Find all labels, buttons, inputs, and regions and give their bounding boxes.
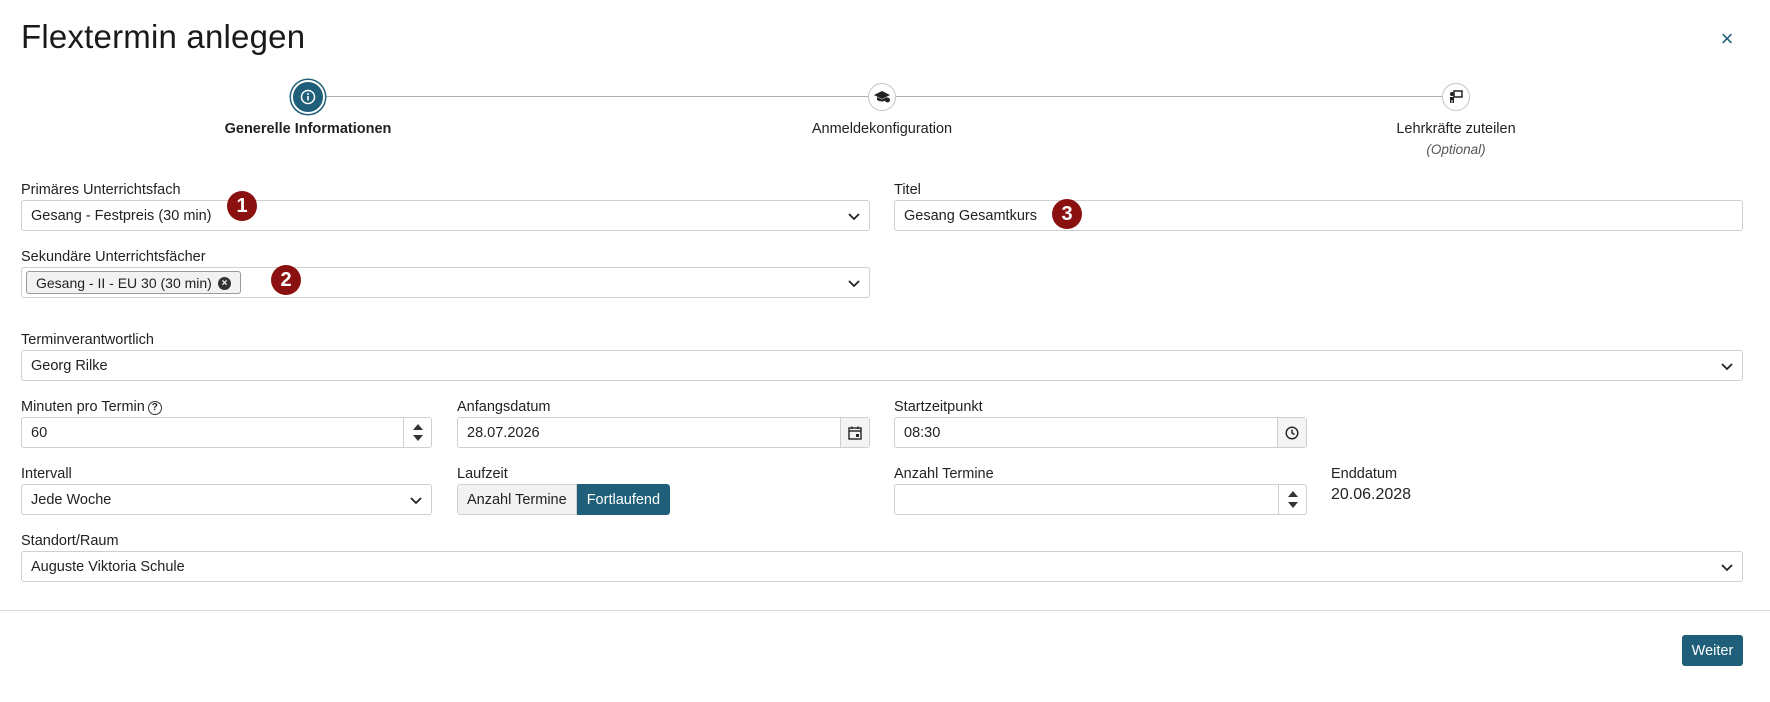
start-time-input[interactable]: 08:30 [894,417,1307,448]
secondary-subject-chip: Gesang - II - EU 30 (30 min) × [26,271,241,294]
calendar-icon [848,426,862,440]
chevron-down-icon [1721,564,1733,572]
start-time-label: Startzeitpunkt [894,399,983,415]
start-time-value: 08:30 [904,425,941,441]
teacher-board-icon [1450,90,1463,103]
annotation-marker-3: 3 [1052,199,1082,229]
help-icon[interactable]: ? [147,401,162,415]
minutes-input[interactable]: 60 [21,417,432,448]
minutes-label: Minuten pro Termin? [21,399,162,415]
location-select[interactable]: Auguste Viktoria Schule [21,551,1743,582]
arrow-down-icon[interactable] [413,435,423,441]
arrow-up-icon[interactable] [413,424,423,430]
location-label: Standort/Raum [21,533,119,549]
duration-label: Laufzeit [457,466,508,482]
interval-select[interactable]: Jede Woche [21,484,432,515]
calendar-button[interactable] [840,418,869,447]
step-3-sublabel: (Optional) [1426,142,1486,157]
step-1-circle[interactable] [291,80,325,114]
chevron-down-icon [848,280,860,288]
next-button[interactable]: Weiter [1682,635,1743,666]
minutes-label-text: Minuten pro Termin [21,399,145,415]
remove-chip-icon[interactable]: × [218,277,231,290]
duration-option-continuous[interactable]: Fortlaufend [576,484,671,515]
annotation-marker-2: 2 [271,265,301,295]
end-date-value: 20.06.2028 [1331,486,1412,503]
responsible-select[interactable]: Georg Rilke [21,350,1743,381]
arrow-down-icon[interactable] [1288,502,1298,508]
step-1-label: Generelle Informationen [224,121,392,137]
responsible-value: Georg Rilke [31,358,108,374]
minutes-value: 60 [31,425,48,441]
chip-label: Gesang - II - EU 30 (30 min) [36,275,212,291]
end-date-label: Enddatum [1331,466,1398,482]
duration-toggle: Anzahl Termine Fortlaufend [457,484,671,515]
location-value: Auguste Viktoria Schule [31,559,185,575]
clock-icon [1285,425,1299,440]
footer-divider [0,610,1770,611]
interval-value: Jede Woche [31,492,112,508]
minutes-stepper[interactable] [403,418,431,447]
chevron-down-icon [410,497,422,505]
interval-label: Intervall [21,466,72,482]
title-label: Titel [894,182,921,198]
start-date-value: 28.07.2026 [467,425,540,441]
title-input[interactable]: Gesang Gesamtkurs [894,200,1743,231]
start-date-label: Anfangsdatum [457,399,551,415]
secondary-subjects-select[interactable]: Gesang - II - EU 30 (30 min) × [21,267,870,298]
step-connector [324,96,880,97]
count-input[interactable] [894,484,1307,515]
time-picker-button[interactable] [1277,418,1306,447]
primary-subject-value: Gesang - Festpreis (30 min) [31,208,212,224]
step-2-circle[interactable] [868,83,896,111]
info-icon [300,89,316,105]
step-2-label: Anmeldekonfiguration [811,121,953,137]
primary-subject-select[interactable]: Gesang - Festpreis (30 min) [21,200,870,231]
arrow-up-icon[interactable] [1288,491,1298,497]
graduation-cap-icon [874,91,890,103]
chevron-down-icon [1721,363,1733,371]
secondary-subjects-label: Sekundäre Unterrichtsfächer [21,249,206,265]
count-stepper[interactable] [1278,485,1306,514]
close-icon[interactable]: × [1716,28,1738,50]
count-label: Anzahl Termine [894,466,994,482]
duration-option-count[interactable]: Anzahl Termine [457,484,577,515]
responsible-label: Terminverantwortlich [21,332,154,348]
primary-subject-label: Primäres Unterrichtsfach [21,182,181,198]
chevron-down-icon [848,213,860,221]
step-connector [896,96,1442,97]
step-3-label: Lehrkräfte zuteilen [1396,121,1516,137]
start-date-input[interactable]: 28.07.2026 [457,417,870,448]
step-3-circle[interactable] [1442,83,1470,111]
dialog-title: Flextermin anlegen [21,18,306,55]
annotation-marker-1: 1 [227,191,257,221]
title-value: Gesang Gesamtkurs [904,208,1037,224]
